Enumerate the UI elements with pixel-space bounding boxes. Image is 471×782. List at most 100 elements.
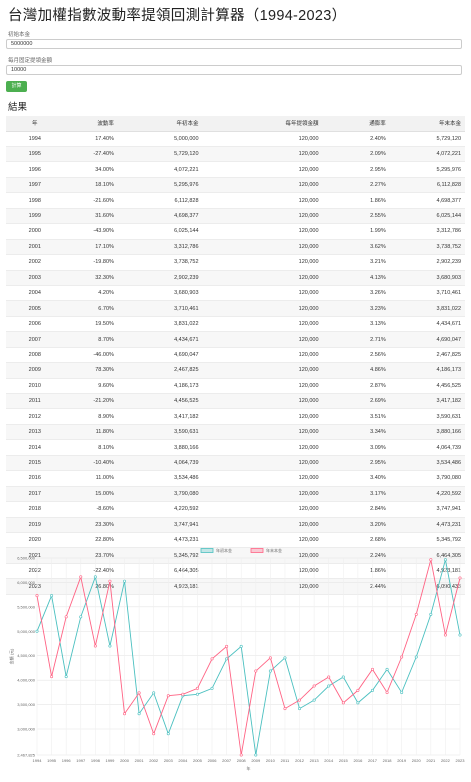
- cell-return: 8.90%: [63, 408, 118, 425]
- x-tick-label: 1994: [33, 758, 43, 763]
- cell-inflation: 4.86%: [322, 362, 390, 379]
- table-row: 2005 6.70% 3,710,461 120,000 3.23% 3,831,022: [6, 300, 465, 317]
- data-point: [356, 688, 360, 692]
- data-point: [123, 579, 127, 583]
- cell-start-capital: 2,467,825: [117, 362, 203, 379]
- y-tick-label: 3,000,000: [17, 726, 36, 731]
- cell-end-capital: 2,467,825: [389, 347, 465, 364]
- cell-return: 6.70%: [63, 300, 118, 317]
- table-row: 2017 15.00% 3,790,080 120,000 3.17% 4,220,592: [6, 486, 465, 503]
- x-tick-label: 2004: [178, 758, 188, 763]
- cell-start-capital: 3,534,486: [117, 470, 203, 487]
- cell-year: 2017: [6, 486, 64, 503]
- cell-year: 2012: [6, 408, 64, 425]
- cell-return: 8.10%: [63, 439, 118, 456]
- data-point: [356, 701, 360, 705]
- cell-return: -27.40%: [63, 146, 118, 163]
- x-tick-label: 2007: [222, 758, 232, 763]
- cell-start-capital: 3,790,080: [117, 486, 203, 503]
- table-row: 2001 17.10% 3,312,786 120,000 3.62% 3,738,752: [6, 239, 465, 256]
- cell-year: 1999: [6, 208, 64, 225]
- page: 台灣加權指數波動率提領回測計算器（1994-2023） 初始本金 每月固定提領金…: [0, 0, 471, 782]
- header-return: 波動率: [63, 116, 118, 132]
- y-axis-title: 金額 (元): [8, 648, 14, 664]
- cell-withdrawal: 120,000: [202, 393, 323, 410]
- header-withdrawal: 每年提領金額: [202, 116, 323, 132]
- data-point: [283, 707, 287, 711]
- cell-year: 2001: [6, 239, 64, 256]
- x-tick-label: 2017: [368, 758, 378, 763]
- x-tick-label: 1995: [47, 758, 57, 763]
- data-point: [312, 684, 316, 688]
- cell-return: 17.40%: [63, 131, 118, 148]
- data-point: [327, 675, 331, 679]
- cell-year: 1996: [6, 161, 64, 178]
- data-point: [93, 644, 97, 648]
- cell-withdrawal: 120,000: [202, 439, 323, 456]
- cell-inflation: 3.09%: [322, 439, 390, 456]
- table-row: 2006 19.50% 3,831,022 120,000 3.13% 4,434,671: [6, 316, 465, 333]
- cell-return: 11.80%: [63, 424, 118, 441]
- data-point: [64, 675, 68, 679]
- cell-return: 8.70%: [63, 331, 118, 348]
- x-tick-label: 2000: [120, 758, 130, 763]
- table-row: 2011 -21.20% 4,456,525 120,000 2.69% 3,417,18…: [6, 393, 465, 410]
- calculate-button[interactable]: 計算: [6, 81, 27, 92]
- cell-end-capital: 4,473,231: [389, 517, 465, 533]
- cell-return: 23.30%: [63, 517, 118, 533]
- x-tick-label: 2011: [281, 758, 290, 763]
- data-point: [166, 732, 170, 736]
- data-point: [225, 657, 229, 661]
- x-tick-label: 2005: [193, 758, 203, 763]
- cell-inflation: 2.95%: [322, 161, 390, 178]
- data-point: [370, 667, 374, 671]
- cell-year: 2005: [6, 300, 64, 317]
- cell-start-capital: 3,747,941: [117, 517, 203, 533]
- cell-start-capital: 4,220,592: [117, 501, 203, 518]
- cell-start-capital: 5,000,000: [117, 131, 203, 148]
- cell-start-capital: 3,831,022: [117, 316, 203, 333]
- x-tick-label: 2019: [397, 758, 407, 763]
- x-tick-label: 2022: [441, 758, 451, 763]
- cell-year: 2007: [6, 331, 64, 348]
- table-header-row: 年 波動率 年初本金 每年提領金額 通膨率 年末本金: [6, 116, 465, 132]
- cell-return: 78.30%: [63, 362, 118, 379]
- monthly-withdrawal-input[interactable]: [6, 65, 462, 75]
- initial-capital-input[interactable]: [6, 39, 462, 49]
- x-tick-label: 2015: [339, 758, 349, 763]
- table-row: 2018 -8.60% 4,220,592 120,000 2.84% 3,747,941: [6, 501, 465, 518]
- cell-inflation: 3.40%: [322, 470, 390, 487]
- y-tick-label: 4,500,000: [17, 653, 36, 658]
- x-tick-label: 2016: [353, 758, 363, 763]
- data-point: [341, 675, 345, 679]
- data-point: [239, 644, 243, 648]
- header-end-capital: 年末本金: [389, 116, 465, 132]
- cell-end-capital: 6,112,828: [389, 177, 465, 194]
- x-tick-label: 2021: [426, 758, 436, 763]
- cell-end-capital: 4,064,739: [389, 439, 465, 456]
- cell-withdrawal: 120,000: [202, 223, 323, 240]
- cell-withdrawal: 120,000: [202, 408, 323, 425]
- cell-inflation: 2.69%: [322, 393, 390, 410]
- data-point: [385, 667, 389, 671]
- y-tick-label: 6,500,000: [17, 556, 36, 561]
- cell-inflation: 3.51%: [322, 408, 390, 425]
- data-point: [79, 615, 83, 619]
- cell-return: -21.20%: [63, 393, 118, 410]
- cell-end-capital: 4,456,525: [389, 378, 465, 395]
- cell-inflation: 2.71%: [322, 331, 390, 348]
- data-point: [268, 669, 272, 673]
- data-point: [443, 633, 447, 637]
- cell-withdrawal: 120,000: [202, 300, 323, 317]
- cell-end-capital: 3,747,941: [389, 501, 465, 518]
- x-tick-label: 1999: [105, 758, 115, 763]
- cell-withdrawal: 120,000: [202, 254, 323, 271]
- x-tick-label: 2009: [251, 758, 261, 763]
- cell-return: 18.10%: [63, 177, 118, 194]
- cell-end-capital: 4,434,671: [389, 316, 465, 333]
- data-point: [152, 732, 156, 736]
- table-row: 2009 78.30% 2,467,825 120,000 4.86% 4,186,173: [6, 362, 465, 379]
- table-row: 2004 4.20% 3,680,903 120,000 3.26% 3,710,461: [6, 285, 465, 302]
- cell-start-capital: 3,590,631: [117, 424, 203, 441]
- cell-inflation: 3.17%: [322, 486, 390, 503]
